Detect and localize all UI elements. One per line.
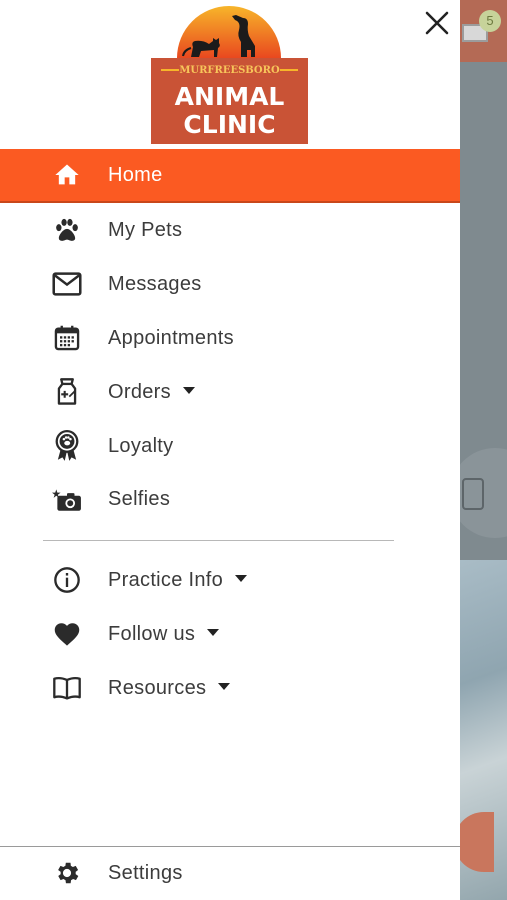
nav-item-selfies[interactable]: Selfies	[0, 472, 460, 526]
award-ribbon-icon	[52, 430, 82, 461]
nav-label-resources: Resources	[108, 677, 231, 700]
nav-item-resources[interactable]: Resources	[0, 661, 460, 715]
chevron-down-icon	[235, 574, 248, 582]
nav-label-practice-info: Practice Info	[108, 569, 248, 592]
camera-icon	[52, 484, 82, 514]
nav-item-appointments[interactable]: Appointments	[0, 311, 460, 365]
home-icon	[52, 160, 82, 190]
nav-label-messages: Messages	[108, 272, 202, 295]
logo-top-text: MURFREESBORO	[179, 65, 280, 76]
nav-item-home[interactable]: Home	[0, 149, 460, 203]
navigation-drawer: MURFREESBORO ANIMAL CLINIC Home My Pets …	[0, 0, 460, 900]
nav-item-practice-info[interactable]: Practice Info	[0, 553, 460, 607]
nav-label-my-pets: My Pets	[108, 218, 183, 241]
nav-label-selfies: Selfies	[108, 487, 171, 510]
background-app: 5	[460, 0, 507, 900]
nav-label-follow-us: Follow us	[108, 623, 220, 646]
background-fab	[460, 812, 494, 872]
nav-label-settings: Settings	[108, 861, 183, 884]
paw-icon	[52, 215, 82, 245]
logo-line1: ANIMAL	[175, 82, 285, 111]
menu-divider	[43, 540, 394, 541]
nav-item-loyalty[interactable]: Loyalty	[0, 419, 460, 473]
medicine-bag-icon	[52, 377, 82, 407]
nav-label-orders: Orders	[108, 381, 195, 404]
mail-icon	[52, 269, 82, 299]
chevron-down-icon	[207, 628, 220, 636]
nav-item-orders[interactable]: Orders	[0, 365, 460, 419]
nav-item-messages[interactable]: Messages	[0, 257, 460, 311]
nav-label-appointments: Appointments	[108, 326, 234, 349]
heart-icon	[52, 619, 82, 649]
logo-line2: CLINIC	[183, 110, 275, 139]
message-count-badge: 5	[479, 10, 501, 32]
book-icon	[52, 673, 82, 703]
close-drawer-button[interactable]	[420, 6, 454, 40]
info-icon	[52, 565, 82, 595]
chevron-down-icon	[182, 386, 195, 394]
nav-label-loyalty: Loyalty	[108, 434, 174, 457]
calendar-icon	[52, 323, 82, 353]
background-bag-icon	[462, 478, 484, 510]
close-icon	[425, 11, 449, 35]
nav-item-my-pets[interactable]: My Pets	[0, 203, 460, 257]
chevron-down-icon	[218, 682, 231, 690]
nav-label-home: Home	[108, 163, 163, 186]
nav-item-settings[interactable]: Settings	[0, 846, 460, 900]
clinic-logo: MURFREESBORO ANIMAL CLINIC	[151, 6, 308, 144]
nav-item-follow-us[interactable]: Follow us	[0, 607, 460, 661]
gear-icon	[52, 858, 82, 888]
